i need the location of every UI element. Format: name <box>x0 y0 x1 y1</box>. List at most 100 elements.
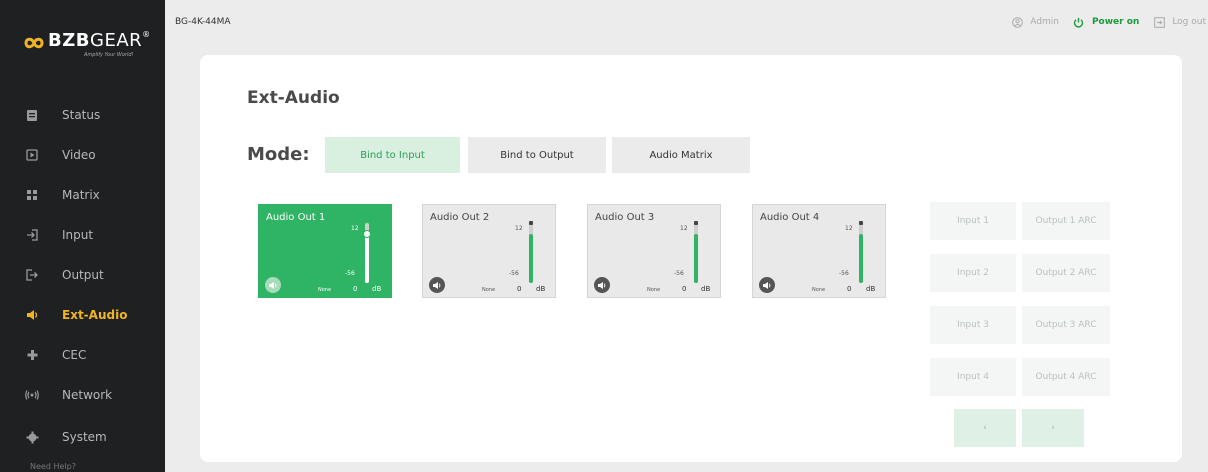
sidebar-item-label: System <box>62 430 107 444</box>
volume-value: 0 <box>847 285 852 293</box>
volume-slider[interactable] <box>859 221 863 283</box>
audio-out-card[interactable]: Audio Out 1 12 -56 None 0 dB <box>258 204 392 298</box>
play-icon <box>25 148 39 162</box>
help-link[interactable]: Need Help? <box>30 462 76 471</box>
audio-source-label: None <box>812 287 826 293</box>
sidebar-item-output[interactable]: Output <box>0 260 165 290</box>
audio-source-label: None <box>647 287 661 293</box>
mute-button[interactable] <box>429 277 445 293</box>
volume-min-label: -56 <box>509 270 519 277</box>
volume-slider[interactable] <box>363 223 371 283</box>
mute-button[interactable] <box>265 277 281 293</box>
sidebar-item-label: CEC <box>62 348 87 362</box>
volume-slider-handle[interactable] <box>694 221 698 225</box>
user-menu[interactable]: Admin <box>1011 16 1059 28</box>
sidebar-item-label: Input <box>62 228 94 242</box>
volume-slider-handle[interactable] <box>529 221 533 225</box>
audio-out-card[interactable]: Audio Out 3 12 -56 None 0 dB <box>587 204 721 298</box>
power-icon <box>1073 16 1085 28</box>
top-bar: Admin Power on Log out <box>1011 14 1208 30</box>
document-icon <box>25 108 39 122</box>
sidebar-item-cec[interactable]: CEC <box>0 340 165 370</box>
sidebar-item-label: Status <box>62 108 101 122</box>
speaker-icon <box>763 281 771 289</box>
audio-source-label: None <box>482 287 496 293</box>
volume-slider-fill <box>365 234 369 283</box>
page-title: Ext-Audio <box>247 88 340 108</box>
volume-slider-handle[interactable] <box>363 230 371 238</box>
sidebar: BZBGEAR® Amplify Your World! Status Vide… <box>0 0 165 472</box>
volume-slider-handle[interactable] <box>859 221 863 225</box>
signal-icon <box>25 388 39 402</box>
sidebar-item-label: Output <box>62 268 104 282</box>
volume-value: 0 <box>682 285 687 293</box>
mode-bind-to-input-button[interactable]: Bind to Input <box>325 137 460 173</box>
volume-slider[interactable] <box>529 221 533 283</box>
volume-min-label: -56 <box>674 270 684 277</box>
source-output-3-arc-button[interactable]: Output 3 ARC <box>1022 306 1110 344</box>
volume-min-label: -56 <box>345 270 355 277</box>
volume-max-label: 12 <box>515 225 523 232</box>
prev-page-button[interactable]: ‹ <box>954 409 1016 447</box>
user-name: Admin <box>1030 17 1059 27</box>
sidebar-item-label: Video <box>62 148 96 162</box>
mode-audio-matrix-button[interactable]: Audio Matrix <box>612 137 750 173</box>
sidebar-item-label: Network <box>62 388 113 402</box>
power-button[interactable]: Power on <box>1073 16 1139 28</box>
volume-unit: dB <box>866 285 876 293</box>
source-input-3-button[interactable]: Input 3 <box>930 306 1016 344</box>
volume-max-label: 12 <box>351 225 359 232</box>
sidebar-item-system[interactable]: System <box>0 422 165 452</box>
volume-unit: dB <box>701 285 711 293</box>
volume-value: 0 <box>353 285 358 293</box>
main-card: Ext-Audio Mode: Bind to Input Bind to Ou… <box>200 55 1182 462</box>
gamepad-icon <box>25 348 39 362</box>
mode-bind-to-output-button[interactable]: Bind to Output <box>468 137 606 173</box>
audio-source-label: None <box>318 287 332 293</box>
sidebar-item-ext-audio[interactable]: Ext-Audio <box>0 300 165 330</box>
brand-logo: BZBGEAR® Amplify Your World! <box>24 30 154 60</box>
volume-unit: dB <box>536 285 546 293</box>
source-input-4-button[interactable]: Input 4 <box>930 358 1016 396</box>
volume-max-label: 12 <box>845 225 853 232</box>
brand-tagline: Amplify Your World! <box>84 52 134 58</box>
speaker-icon <box>269 281 277 289</box>
audio-out-card[interactable]: Audio Out 4 12 -56 None 0 dB <box>752 204 886 298</box>
volume-unit: dB <box>372 285 382 293</box>
volume-slider-fill <box>859 234 863 283</box>
audio-out-title: Audio Out 1 <box>266 212 326 223</box>
audio-out-title: Audio Out 4 <box>760 212 820 223</box>
volume-value: 0 <box>517 285 522 293</box>
sidebar-item-video[interactable]: Video <box>0 140 165 170</box>
source-input-2-button[interactable]: Input 2 <box>930 254 1016 292</box>
source-output-1-arc-button[interactable]: Output 1 ARC <box>1022 202 1110 240</box>
sidebar-item-status[interactable]: Status <box>0 100 165 130</box>
volume-slider-fill <box>694 234 698 283</box>
grid-icon <box>25 188 39 202</box>
sidebar-item-matrix[interactable]: Matrix <box>0 180 165 210</box>
output-icon <box>25 268 39 282</box>
input-icon <box>25 228 39 242</box>
speaker-icon <box>25 308 39 322</box>
volume-max-label: 12 <box>680 225 688 232</box>
user-icon <box>1011 16 1023 28</box>
volume-slider-fill <box>529 234 533 283</box>
speaker-icon <box>598 281 606 289</box>
mute-button[interactable] <box>759 277 775 293</box>
source-input-1-button[interactable]: Input 1 <box>930 202 1016 240</box>
sidebar-item-input[interactable]: Input <box>0 220 165 250</box>
next-page-button[interactable]: › <box>1022 409 1084 447</box>
sidebar-item-network[interactable]: Network <box>0 380 165 410</box>
logout-icon <box>1153 16 1165 28</box>
speaker-icon <box>433 281 441 289</box>
volume-slider[interactable] <box>694 221 698 283</box>
source-output-2-arc-button[interactable]: Output 2 ARC <box>1022 254 1110 292</box>
audio-out-card[interactable]: Audio Out 2 12 -56 None 0 dB <box>422 204 556 298</box>
audio-out-title: Audio Out 3 <box>595 212 655 223</box>
sidebar-item-label: Ext-Audio <box>62 308 128 322</box>
power-label: Power on <box>1091 17 1140 27</box>
brand-name: BZBGEAR® <box>48 30 151 51</box>
logout-button[interactable]: Log out <box>1153 16 1206 28</box>
source-output-4-arc-button[interactable]: Output 4 ARC <box>1022 358 1110 396</box>
mute-button[interactable] <box>594 277 610 293</box>
